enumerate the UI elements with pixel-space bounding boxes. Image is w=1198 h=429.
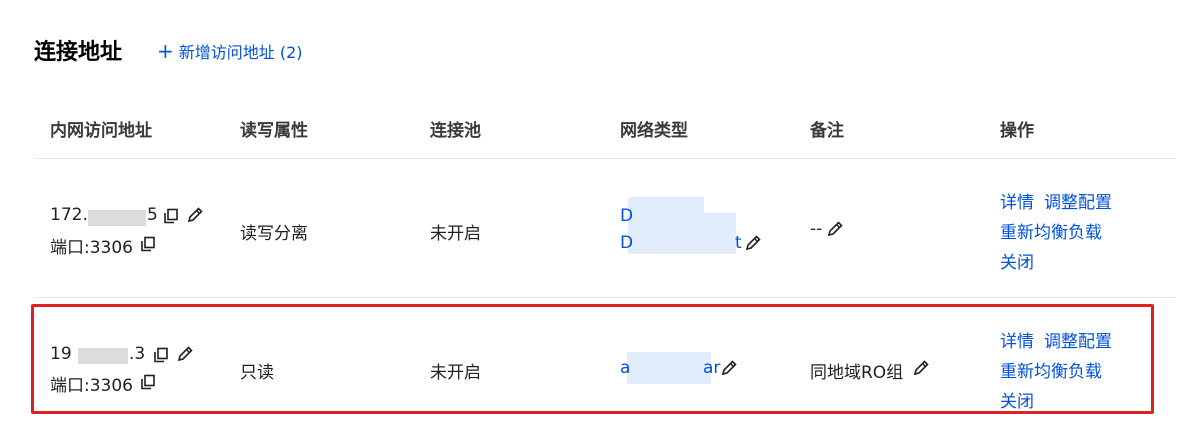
add-access-address-button[interactable]: + 新增访问地址 (2) [157,39,303,63]
adjust-config-link[interactable]: 调整配置 [1044,188,1112,213]
highlight-annotation-box [31,304,1154,414]
edit-icon[interactable] [744,234,761,251]
remark: -- [810,219,823,239]
close-link[interactable]: 关闭 [1000,248,1034,273]
row-divider [34,297,1176,298]
rebalance-load-link[interactable]: 重新均衡负载 [1000,218,1102,243]
ip-redaction [88,210,146,226]
copy-icon[interactable] [163,208,179,224]
port: 端口:3306 [50,238,133,258]
col-header-rw-attribute: 读写属性 [240,121,308,141]
network-redaction [628,197,704,254]
col-header-internal-address: 内网访问地址 [50,121,152,141]
network-type-line2-end[interactable]: t [735,233,742,253]
col-header-network-type: 网络类型 [620,121,688,141]
col-header-remark: 备注 [810,121,844,141]
network-redaction [704,213,736,254]
plus-icon: + [157,39,174,63]
network-type-line1[interactable]: D [620,206,633,226]
internal-ip: 172. [50,205,88,225]
network-type-line2-start[interactable]: D [620,233,633,253]
copy-icon[interactable] [140,236,156,252]
page-title: 连接地址 [34,40,123,65]
actions: 详情 调整配置 [1000,188,1122,213]
connection-pool-status: 未开启 [430,224,481,244]
details-link[interactable]: 详情 [1000,188,1034,213]
add-access-address-label: 新增访问地址 (2) [178,43,303,62]
header-divider [34,158,1176,159]
rw-attribute: 读写分离 [240,224,308,244]
col-header-actions: 操作 [1000,121,1034,141]
edit-icon[interactable] [826,220,843,237]
edit-icon[interactable] [186,206,203,223]
col-header-connection-pool: 连接池 [430,121,481,141]
ip-suffix: 5 [147,205,158,225]
